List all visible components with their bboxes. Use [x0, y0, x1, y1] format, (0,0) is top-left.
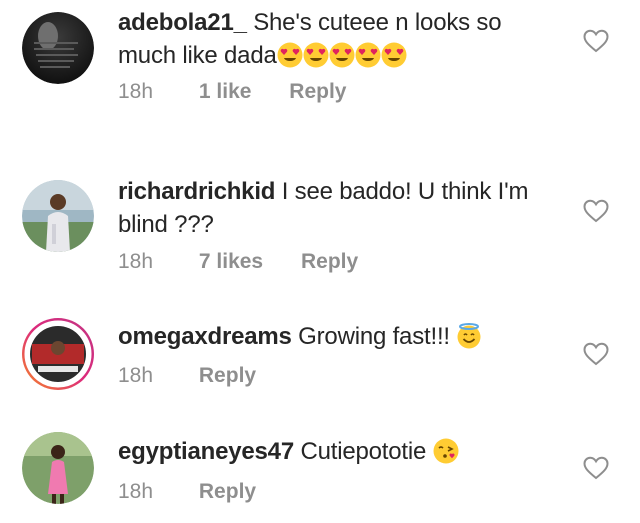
heart-eyes-emoji: [355, 42, 381, 68]
like-count-button[interactable]: 1 like: [199, 80, 252, 104]
heart-eyes-emoji: [329, 42, 355, 68]
comment-text: adebola21_ She's cuteee n looks so much …: [118, 6, 563, 77]
like-count-button[interactable]: 7 likes: [199, 250, 263, 274]
reply-button[interactable]: Reply: [289, 80, 346, 104]
heart-outline-icon[interactable]: [583, 342, 609, 366]
emoji-group: [277, 42, 407, 77]
heart-outline-icon[interactable]: [583, 199, 609, 223]
face-blowing-kiss-emoji: [433, 438, 459, 464]
comment-timestamp: 18h: [118, 480, 154, 503]
avatar[interactable]: [22, 432, 94, 504]
comment-timestamp: 18h: [118, 80, 154, 103]
comment-username[interactable]: richardrichkid: [118, 178, 275, 205]
comment-body: Cutiepototie: [293, 438, 433, 465]
comment-text: omegaxdreams Growing fast!!!: [118, 320, 563, 358]
reply-button[interactable]: Reply: [301, 250, 358, 274]
heart-outline-icon[interactable]: [583, 456, 609, 480]
avatar[interactable]: [22, 12, 94, 84]
comment-username[interactable]: adebola21_: [118, 9, 247, 36]
heart-eyes-emoji: [277, 42, 303, 68]
comment-username[interactable]: egyptianeyes47: [118, 438, 294, 465]
comment-text: egyptianeyes47 Cutiepototie: [118, 435, 563, 473]
comment-text: richardrichkid I see baddo! U think I'm …: [118, 175, 563, 241]
heart-eyes-emoji: [381, 42, 407, 68]
comment-timestamp: 18h: [118, 250, 154, 273]
reply-button[interactable]: Reply: [199, 364, 256, 388]
comment-body: Growing fast!!!: [291, 323, 457, 350]
comment-meta: 18h 1 like Reply: [118, 80, 346, 104]
heart-eyes-emoji: [303, 42, 329, 68]
comment-meta: 18h Reply: [118, 364, 256, 388]
comment-meta: 18h 7 likes Reply: [118, 250, 358, 274]
comment-meta: 18h Reply: [118, 480, 256, 504]
avatar[interactable]: [22, 180, 94, 252]
avatar-story-ring[interactable]: [22, 318, 94, 390]
emoji-group: [433, 438, 459, 473]
smiling-face-with-halo-emoji: [456, 323, 482, 349]
emoji-group: [456, 323, 482, 358]
heart-outline-icon[interactable]: [583, 29, 609, 53]
reply-button[interactable]: Reply: [199, 480, 256, 504]
comment-username[interactable]: omegaxdreams: [118, 323, 292, 350]
comment-timestamp: 18h: [118, 364, 154, 387]
